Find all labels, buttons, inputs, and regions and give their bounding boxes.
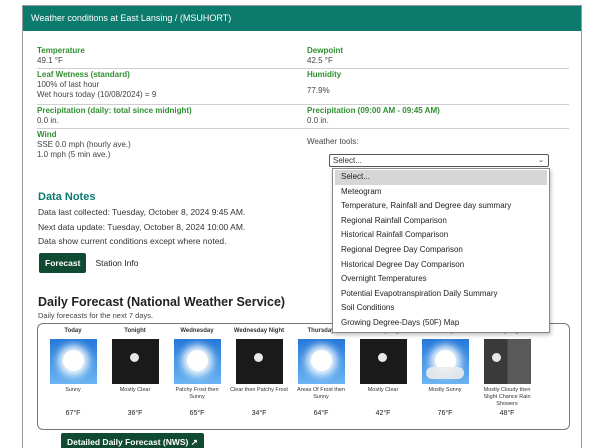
forecast-day-name: Wednesday [180, 328, 214, 334]
data-note-line: Next data update: Tuesday, October 8, 20… [38, 221, 246, 232]
night-cloudy-rain-icon [483, 339, 531, 384]
weather-tools-label: Weather tools: [307, 137, 359, 146]
panel-title: Weather conditions at East Lansing / (MS… [23, 6, 581, 31]
forecast-day: Today Sunny 67°F [43, 324, 103, 417]
forecast-day: Wednesday Patchy Frost then Sunny 65°F [167, 324, 227, 417]
forecast-day-desc: Patchy Frost then Sunny [175, 387, 219, 400]
forecast-day-name: Today [64, 328, 82, 334]
precip-daily-cell: Precipitation (daily: total since midnig… [37, 105, 307, 128]
sunny-icon [297, 339, 345, 384]
forecast-day-desc: Mostly Clear [367, 387, 399, 393]
sunny-icon [173, 339, 221, 384]
dropdown-option[interactable]: Meteogram [335, 185, 547, 200]
forecast-day-desc: Sunny [65, 387, 81, 393]
weather-tools-selected: Select... [333, 156, 362, 165]
precip-window-label: Precipitation (09:00 AM - 09:45 AM) [307, 106, 440, 115]
forecast-day: Friday Mostly Sunny 76°F [415, 324, 475, 417]
forecast-day-desc: Mostly Cloudy then Slight Chance Rain Sh… [483, 387, 531, 407]
data-note-line: Data show current conditions except wher… [38, 236, 227, 246]
detailed-forecast-label: Detailed Daily Forecast (NWS) [67, 437, 189, 447]
wet-hours-value: Wet hours today (10/08/2024) = 9 [37, 90, 157, 99]
conditions-row: Leaf Wetness (standard) 100% of last hou… [37, 69, 569, 105]
leaf-wetness-value: 100% of last hour [37, 80, 100, 89]
forecast-day-temp: 64°F [313, 410, 329, 417]
forecast-day-name: Tonight [124, 328, 146, 334]
forecast-strip: Today Sunny 67°F Tonight Mostly Clear 36… [37, 323, 570, 430]
dropdown-option[interactable]: Historical Degree Day Comparison [335, 258, 547, 273]
mostly-sunny-icon [421, 339, 469, 384]
tab-station-info[interactable]: Station Info [89, 253, 144, 273]
night-clear-icon [359, 339, 407, 384]
temperature-cell: Temperature 49.1 °F [37, 45, 307, 68]
data-note-line: Data last collected: Tuesday, October 8,… [38, 207, 246, 217]
dropdown-option[interactable]: Growing Degree-Days (50F) Map [335, 316, 547, 331]
conditions-row: Precipitation (daily: total since midnig… [37, 105, 569, 129]
forecast-day: Wednesday Night Clear then Patchy Frost … [229, 324, 289, 417]
forecast-day-desc: Clear then Patchy Frost [230, 387, 288, 393]
dropdown-option[interactable]: Temperature, Rainfall and Degree day sum… [335, 199, 547, 214]
forecast-day-desc: Areas Of Frost then Sunny [297, 387, 345, 400]
temperature-label: Temperature [37, 46, 85, 55]
humidity-label: Humidity [307, 70, 342, 79]
dropdown-option[interactable]: Select... [335, 170, 547, 185]
conditions-row: Temperature 49.1 °F Dewpoint 42.5 °F [37, 45, 569, 69]
night-clear-icon [235, 339, 283, 384]
wind-label: Wind [37, 130, 57, 139]
leaf-wetness-cell: Leaf Wetness (standard) 100% of last hou… [37, 69, 307, 104]
dropdown-option[interactable]: Regional Degree Day Comparison [335, 243, 547, 258]
dropdown-option[interactable]: Overnight Temperatures [335, 272, 547, 287]
daily-forecast-heading: Daily Forecast (National Weather Service… [38, 295, 286, 309]
tab-forecast[interactable]: Forecast [39, 253, 87, 273]
data-notes-heading: Data Notes [38, 191, 96, 203]
forecast-day: Tonight Mostly Clear 36°F [105, 324, 165, 417]
precip-window-value: 0.0 in. [307, 116, 329, 125]
wind-hourly-value: SSE 0.0 mph (hourly ave.) [37, 140, 131, 149]
weather-panel: Weather conditions at East Lansing / (MS… [22, 5, 582, 448]
forecast-day-desc: Mostly Clear [119, 387, 151, 393]
wind-cell: Wind SSE 0.0 mph (hourly ave.) 1.0 mph (… [37, 129, 307, 162]
temperature-value: 49.1 °F [37, 56, 63, 65]
sunny-icon [49, 339, 97, 384]
dewpoint-cell: Dewpoint 42.5 °F [307, 45, 569, 68]
forecast-day-temp: 67°F [65, 410, 81, 417]
precip-window-cell: Precipitation (09:00 AM - 09:45 AM) 0.0 … [307, 105, 569, 128]
night-clear-icon [111, 339, 159, 384]
detailed-forecast-button[interactable]: Detailed Daily Forecast (NWS) ↗ [61, 433, 204, 448]
forecast-day-name: Wednesday Night [233, 328, 285, 334]
precip-daily-label: Precipitation (daily: total since midnig… [37, 106, 192, 115]
forecast-day-temp: 48°F [499, 410, 515, 417]
forecast-day-temp: 34°F [251, 410, 267, 417]
forecast-day-temp: 65°F [189, 410, 205, 417]
forecast-day: Thursday Areas Of Frost then Sunny 64°F [291, 324, 351, 417]
forecast-day-temp: 36°F [127, 410, 143, 417]
wind-5min-value: 1.0 mph (5 min ave.) [37, 150, 111, 159]
humidity-cell: Humidity 77.9% [307, 69, 569, 104]
leaf-wetness-label: Leaf Wetness (standard) [37, 70, 130, 79]
dropdown-option[interactable]: Potential Evapotranspiration Daily Summa… [335, 287, 547, 302]
forecast-day-desc: Mostly Sunny [428, 387, 462, 393]
dropdown-option[interactable]: Soil Conditions [335, 301, 547, 316]
external-link-icon: ↗ [190, 437, 198, 447]
forecast-day: Thursday Night Mostly Clear 42°F [353, 324, 413, 417]
view-tabs: Forecast Station Info [39, 253, 144, 273]
dewpoint-value: 42.5 °F [307, 56, 333, 65]
forecast-day-temp: 42°F [375, 410, 391, 417]
weather-tools-select[interactable]: Select... ⌄ [329, 154, 549, 167]
chevron-down-icon: ⌄ [538, 157, 544, 164]
daily-forecast-subtitle: Daily forecasts for the next 7 days. [38, 311, 154, 320]
conditions-grid: Temperature 49.1 °F Dewpoint 42.5 °F Lea… [37, 45, 569, 162]
humidity-value: 77.9% [307, 86, 330, 95]
weather-tools-dropdown: Select... Meteogram Temperature, Rainfal… [332, 168, 550, 333]
dropdown-option[interactable]: Historical Rainfall Comparison [335, 228, 547, 243]
dropdown-option[interactable]: Regional Rainfall Comparison [335, 214, 547, 229]
precip-daily-value: 0.0 in. [37, 116, 59, 125]
forecast-day: Friday Night Mostly Cloudy then Slight C… [477, 324, 537, 417]
forecast-day-temp: 76°F [437, 410, 453, 417]
data-notes: Data Notes Data last collected: Tuesday,… [38, 191, 245, 249]
dewpoint-label: Dewpoint [307, 46, 343, 55]
